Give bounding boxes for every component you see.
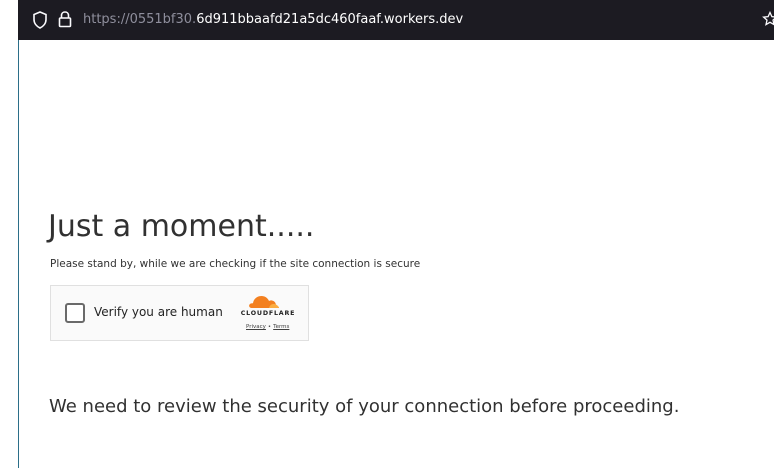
lock-icon[interactable] [58, 10, 72, 28]
url-scheme: https://0551bf30. [83, 12, 197, 27]
cloudflare-links: Privacy • Terms [246, 324, 289, 330]
bookmark-star-icon[interactable] [762, 11, 774, 27]
shield-icon[interactable] [33, 11, 47, 29]
page-subtitle: Please stand by, while we are checking i… [50, 258, 421, 270]
privacy-link[interactable]: Privacy [246, 324, 266, 330]
verify-label[interactable]: Verify you are human [94, 305, 223, 319]
security-message: We need to review the security of your c… [49, 396, 680, 417]
cloudflare-cloud-icon [249, 296, 279, 308]
terms-link[interactable]: Terms [273, 324, 289, 330]
page-content: Just a moment..... Please stand by, whil… [19, 40, 774, 468]
cloudflare-logo: CLOUDFLARE [234, 293, 302, 323]
verify-checkbox[interactable] [65, 303, 85, 323]
address-bar[interactable]: https://0551bf30.6d911bbaafd21a5dc460faa… [18, 0, 774, 40]
page-title: Just a moment..... [48, 209, 315, 244]
cloudflare-wordmark: CLOUDFLARE [240, 310, 296, 317]
turnstile-widget: Verify you are human CLOUDFLARE Privacy •… [50, 285, 309, 341]
url-host: 6d911bbaafd21a5dc460faaf.workers.dev [196, 12, 464, 27]
link-separator: • [267, 324, 272, 330]
url-text[interactable]: https://0551bf30.6d911bbaafd21a5dc460faa… [83, 12, 463, 27]
